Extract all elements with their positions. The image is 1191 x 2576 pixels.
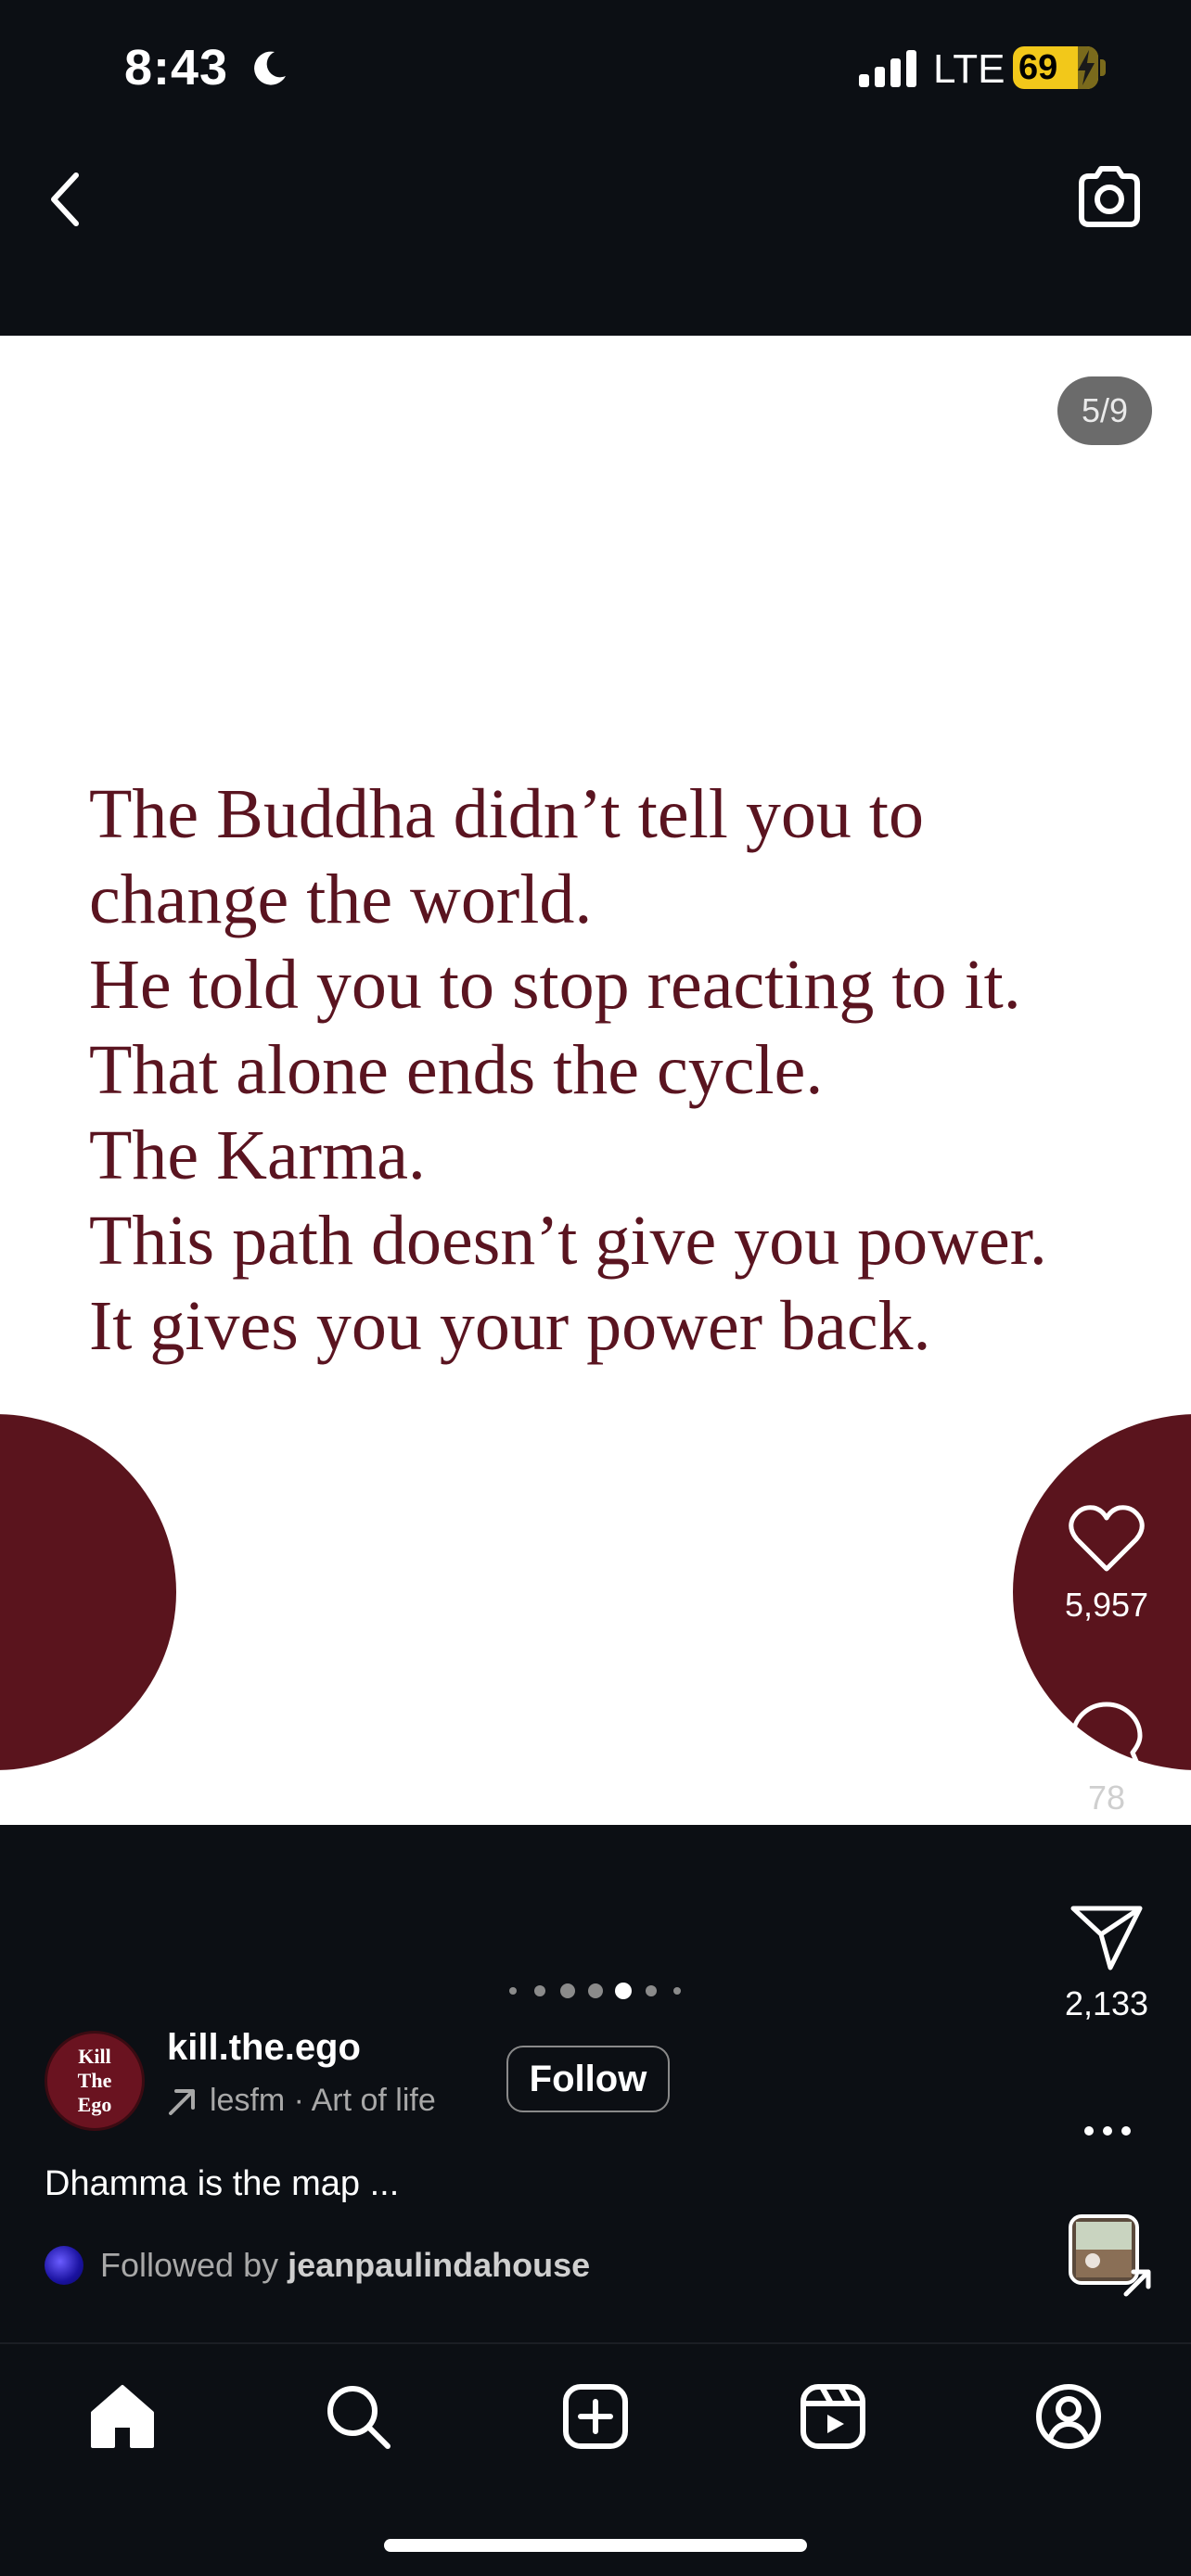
avatar-text: Kill xyxy=(78,2045,111,2068)
audio-link[interactable]: lesfm · Art of life xyxy=(167,2083,436,2119)
reels-icon[interactable] xyxy=(796,2379,870,2454)
home-icon[interactable] xyxy=(85,2379,160,2454)
home-indicator[interactable] xyxy=(384,2539,807,2552)
moon-icon xyxy=(254,51,286,85)
follow-button[interactable]: Follow xyxy=(506,2046,670,2112)
share-button[interactable]: 2,133 xyxy=(1046,1903,1167,2023)
quote-line: This path doesn’t give you power. xyxy=(89,1202,1047,1280)
audio-thumbnail-icon[interactable] xyxy=(1067,2213,1156,2302)
comment-count: 78 xyxy=(1087,1779,1126,1817)
status-time: 8:43 xyxy=(124,40,229,96)
quote-line: The Buddha didn’t tell you to xyxy=(89,775,924,853)
post-image[interactable]: 5/9 The Buddha didn’t tell you to change… xyxy=(0,336,1191,1825)
quote-line: He told you to stop reacting to it. xyxy=(89,946,1021,1024)
quote-line: It gives you your power back. xyxy=(89,1287,931,1365)
network-type: LTE xyxy=(933,46,1005,92)
share-count: 2,133 xyxy=(1064,1984,1149,2022)
followed-by[interactable]: Followed by jeanpaulindahouse xyxy=(45,2246,590,2285)
carousel-dots xyxy=(509,1983,681,1999)
heart-icon xyxy=(1069,1505,1145,1572)
comment-button[interactable]: 78 xyxy=(1046,1699,1167,1817)
like-count: 5,957 xyxy=(1064,1586,1149,1624)
author-username[interactable]: kill.the.ego xyxy=(167,2027,361,2069)
quote-line: change the world. xyxy=(89,861,593,938)
profile-icon[interactable] xyxy=(1031,2379,1106,2454)
camera-icon[interactable] xyxy=(1072,159,1146,234)
followed-by-prefix: Followed by xyxy=(100,2246,279,2284)
create-icon[interactable] xyxy=(558,2379,633,2454)
slide-counter: 5/9 xyxy=(1057,376,1152,445)
post-caption[interactable]: Dhamma is the map ... xyxy=(45,2164,399,2204)
back-icon[interactable] xyxy=(37,162,93,236)
quote-line: That alone ends the cycle. xyxy=(89,1031,824,1109)
send-icon xyxy=(1070,1906,1143,1970)
comment-icon xyxy=(1070,1702,1143,1770)
quote-line: The Karma. xyxy=(89,1116,426,1194)
status-bar: 8:43 LTE 69 xyxy=(0,0,1191,139)
search-icon[interactable] xyxy=(321,2379,395,2454)
arrow-up-right-icon xyxy=(169,2088,195,2115)
avatar-text: The xyxy=(77,2069,112,2092)
quote-text: The Buddha didn’t tell you to change the… xyxy=(89,772,1174,1369)
signal-icon xyxy=(859,50,916,87)
more-options-icon[interactable] xyxy=(1082,2112,1133,2149)
decorative-circle-left xyxy=(0,1414,176,1770)
avatar-text: Ego xyxy=(77,2093,112,2116)
battery-level: 69 xyxy=(1018,48,1058,87)
follower-avatar xyxy=(45,2246,83,2285)
audio-label: lesfm · Art of life xyxy=(210,2083,436,2118)
author-avatar[interactable]: Kill The Ego xyxy=(45,2031,145,2131)
followed-by-name: jeanpaulindahouse xyxy=(288,2246,591,2284)
battery-icon: 69 xyxy=(1013,46,1098,89)
like-button[interactable]: 5,957 xyxy=(1046,1504,1167,1625)
